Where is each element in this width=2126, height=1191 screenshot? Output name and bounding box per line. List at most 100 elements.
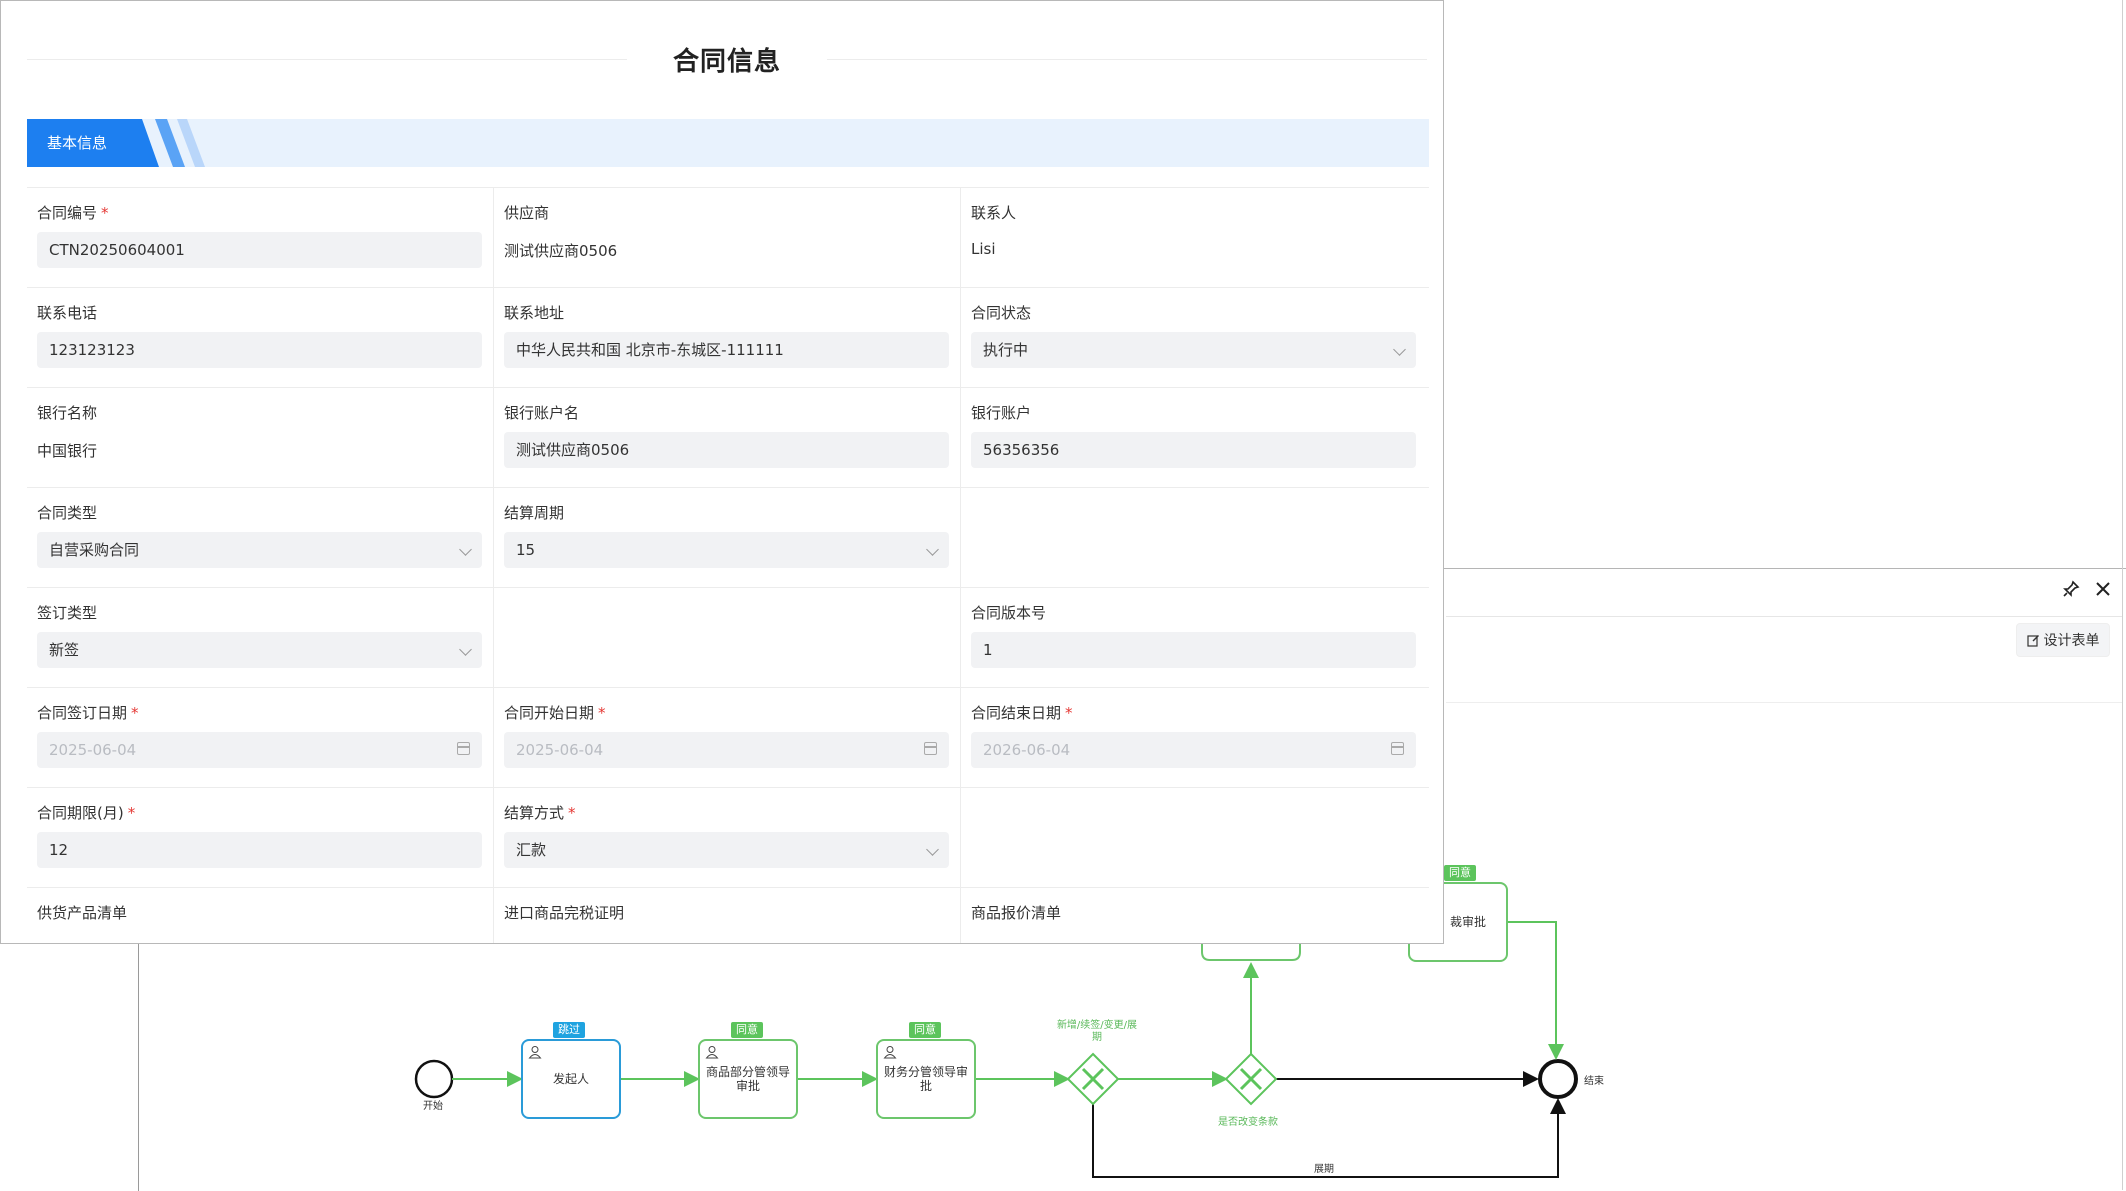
form-cell: 合同签订日期 * 2025-06-04 [27, 688, 494, 787]
form-row: 合同编号 * CTN20250604001 供应商 测试供应商0506 联系人 Lisi [27, 188, 1429, 288]
field-label: 合同签订日期 * [37, 702, 139, 723]
edge-topright-end [1508, 921, 1564, 1060]
field-label: 联系电话 [37, 302, 97, 323]
node-top-right-label: 裁审批 [1449, 915, 1486, 929]
field-label-text: 合同类型 [37, 504, 98, 522]
field-value: 15 [516, 541, 536, 559]
field-label-text: 结算周期 [504, 504, 565, 522]
select-field[interactable]: 15 [504, 532, 949, 568]
form-cell: 进口商品完税证明 [494, 888, 961, 943]
field-value: 12 [49, 841, 69, 859]
bottom-path-label: 展期 [1314, 1164, 1334, 1175]
select-field[interactable]: 自营采购合同 [37, 532, 482, 568]
field-value: 56356356 [983, 441, 1060, 459]
field-label: 合同版本号 [971, 602, 1046, 623]
node-finance-leader[interactable]: 财务分管领导审批 [876, 1039, 976, 1119]
calendar-icon [1391, 742, 1404, 755]
date-field[interactable]: 2025-06-04 [37, 732, 482, 768]
field-value: 自营采购合同 [49, 541, 140, 559]
form-row: 签订类型新签 合同版本号 1 [27, 588, 1429, 688]
input-field[interactable]: 测试供应商0506 [504, 432, 949, 468]
node-top-middle-partial [1201, 944, 1301, 961]
node-initiator[interactable]: 发起人 [521, 1039, 621, 1119]
field-label: 银行名称 [37, 402, 97, 423]
form-cell: 合同版本号 1 [961, 588, 1428, 687]
form-cell: 银行名称 中国银行 [27, 388, 494, 487]
chevron-down-icon [926, 843, 939, 856]
chevron-down-icon [459, 643, 472, 656]
date-field[interactable]: 2025-06-04 [504, 732, 949, 768]
field-label: 合同状态 [971, 302, 1031, 323]
field-value: 2025-06-04 [516, 741, 604, 759]
node-goods-leader[interactable]: 商品部分管领导审批 [698, 1039, 798, 1119]
field-label: 供货产品清单 [37, 902, 127, 923]
field-label-text: 联系电话 [37, 304, 98, 322]
form-cell: 商品报价清单 [961, 888, 1428, 943]
field-label-text: 合同状态 [971, 304, 1032, 322]
field-label-text: 商品报价清单 [971, 904, 1062, 922]
field-label: 联系人 [971, 202, 1016, 223]
form-cell: 银行账户名 测试供应商0506 [494, 388, 961, 487]
form-row: 合同类型 自营采购合同 结算周期 15 [27, 488, 1429, 588]
field-label-text: 合同签订日期 [37, 704, 128, 722]
field-label: 合同期限(月) * [37, 802, 135, 823]
field-label-text: 合同版本号 [971, 604, 1047, 622]
input-field[interactable]: 12 [37, 832, 482, 868]
field-value: 测试供应商0506 [504, 242, 618, 260]
select-field[interactable]: 汇款 [504, 832, 949, 868]
field-label-text: 签订类型 [37, 604, 98, 622]
field-label: 银行账户 [971, 402, 1031, 423]
field-label: 联系地址 [504, 302, 564, 323]
required-asterisk: * [1065, 704, 1073, 722]
form-cell [494, 588, 961, 687]
input-field[interactable]: 56356356 [971, 432, 1416, 468]
start-event [414, 1059, 454, 1099]
topright-status-tag: 同意 [1444, 865, 1476, 881]
field-value: CTN20250604001 [49, 241, 185, 259]
field-label: 结算方式 * [504, 802, 576, 823]
input-field[interactable]: 1 [971, 632, 1416, 668]
input-field[interactable]: 中华人民共和国 北京市-东城区-111111 [504, 332, 949, 368]
gateway-1 [1066, 1052, 1120, 1106]
field-label: 合同结束日期 * [971, 702, 1073, 723]
field-label-text: 银行账户 [971, 404, 1032, 422]
field-label-text: 合同结束日期 [971, 704, 1062, 722]
chevron-down-icon [459, 543, 472, 556]
field-value: 2025-06-04 [49, 741, 137, 759]
form-row: 银行名称 中国银行 银行账户名 测试供应商0506 银行账户 56356356 [27, 388, 1429, 488]
field-label-text: 银行名称 [37, 404, 98, 422]
goods-status-tag: 同意 [731, 1022, 763, 1038]
form-cell: 合同结束日期 * 2026-06-04 [961, 688, 1428, 787]
end-label: 结束 [1584, 1076, 1604, 1087]
form-row: 联系电话 123123123 联系地址中华人民共和国 北京市-东城区-111111 合… [27, 288, 1429, 388]
field-value: 汇款 [516, 841, 547, 859]
gateway-2-label: 是否改变条款 [1218, 1117, 1278, 1128]
node-initiator-label: 发起人 [552, 1072, 589, 1086]
field-label: 供应商 [504, 202, 549, 223]
form-row: 合同签订日期 * 2025-06-04 合同开始日期 * 2025-06-04 合同结束日期… [27, 688, 1429, 788]
finance-status-tag: 同意 [909, 1022, 941, 1038]
field-label-text: 供应商 [504, 204, 550, 222]
form-cell: 银行账户 56356356 [961, 388, 1428, 487]
field-value: Lisi [971, 240, 996, 258]
required-asterisk: * [568, 804, 576, 822]
form-cell: 联系人 Lisi [961, 188, 1428, 287]
field-label-text: 合同开始日期 [504, 704, 595, 722]
field-value: 中华人民共和国 北京市-东城区-111111 [516, 341, 784, 359]
date-field[interactable]: 2026-06-04 [971, 732, 1416, 768]
field-value: 新签 [49, 641, 80, 659]
required-asterisk: * [101, 204, 109, 222]
select-field[interactable]: 新签 [37, 632, 482, 668]
input-field[interactable]: 123123123 [37, 332, 482, 368]
gateway-1-label: 新增/续签/变更/展期 [1056, 1020, 1138, 1043]
gateway-2 [1224, 1052, 1278, 1106]
form-cell: 供货产品清单 [27, 888, 494, 943]
field-label: 签订类型 [37, 602, 97, 623]
form-row: 合同期限(月) * 12 结算方式 * 汇款 [27, 788, 1429, 888]
form-cell: 合同期限(月) * 12 [27, 788, 494, 887]
input-field[interactable]: CTN20250604001 [37, 232, 482, 268]
required-asterisk: * [131, 704, 139, 722]
form-cell: 合同类型自营采购合同 [27, 488, 494, 587]
select-field[interactable]: 执行中 [971, 332, 1416, 368]
section-tab-basic-info[interactable]: 基本信息 [27, 119, 159, 167]
